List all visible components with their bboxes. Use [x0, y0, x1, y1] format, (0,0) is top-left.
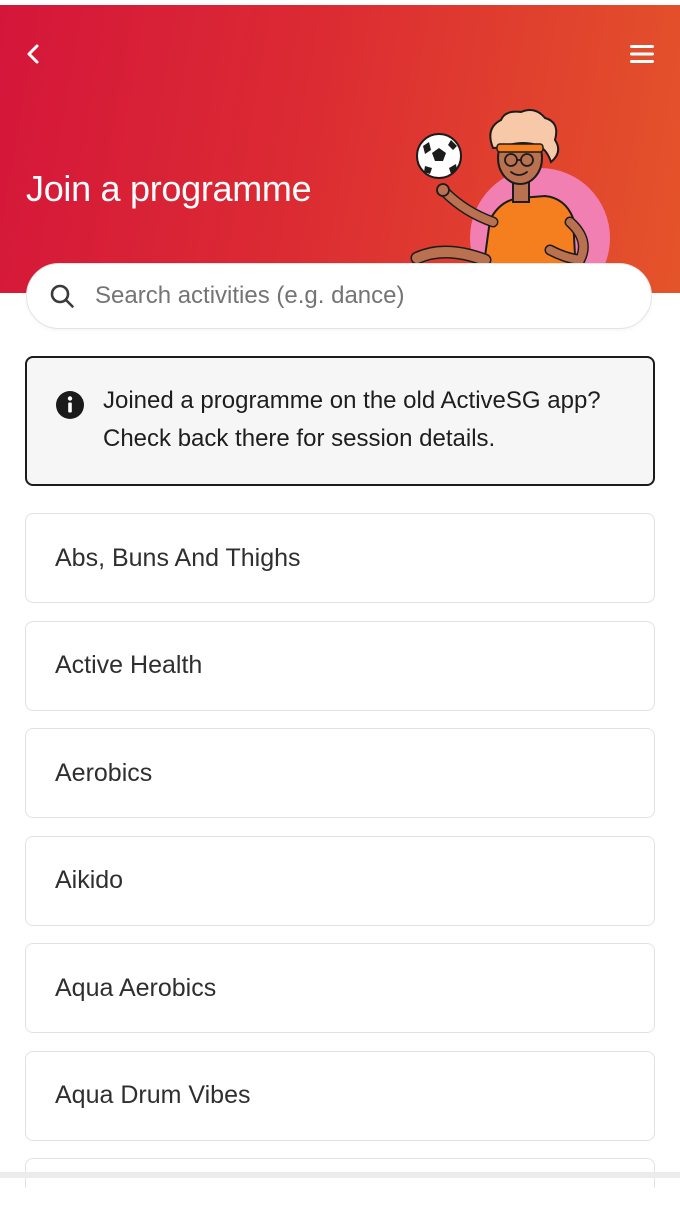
list-item[interactable]: Aerobics	[25, 728, 655, 818]
list-item[interactable]: Aqua Aerobics	[25, 943, 655, 1033]
menu-button[interactable]	[624, 36, 660, 72]
info-icon	[56, 391, 84, 419]
notice-text: Joined a programme on the old ActiveSG a…	[103, 387, 601, 452]
back-button[interactable]	[16, 36, 52, 72]
chevron-left-icon	[27, 44, 39, 64]
info-notice: Joined a programme on the old ActiveSG a…	[25, 356, 655, 486]
header-banner: Join a programme	[0, 0, 680, 293]
list-item[interactable]: Aqua Drum Vibes	[25, 1050, 655, 1141]
page-title: Join a programme	[26, 168, 312, 209]
activity-list: Abs, Buns And Thighs Active Health Aerob…	[25, 513, 655, 1206]
status-strip	[0, 0, 680, 5]
list-item[interactable]: Aikido	[25, 835, 655, 926]
list-item[interactable]: Active Health	[25, 620, 655, 711]
search-icon	[50, 284, 74, 308]
bottom-edge	[0, 1172, 680, 1178]
list-item[interactable]: Abs, Buns And Thighs	[25, 513, 655, 603]
search-bar[interactable]	[26, 263, 652, 329]
hamburger-menu-icon	[630, 45, 654, 63]
search-input[interactable]	[93, 281, 617, 311]
